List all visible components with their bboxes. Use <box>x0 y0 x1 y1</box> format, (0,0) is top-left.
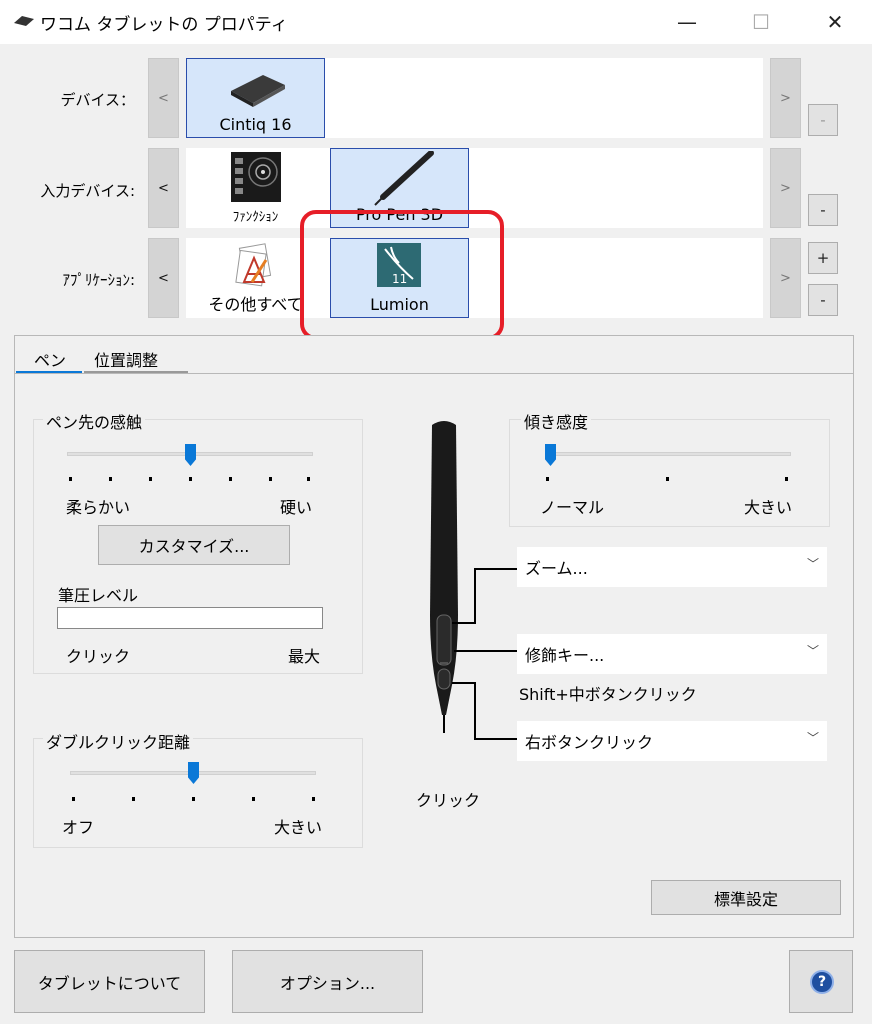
input-next-button[interactable]: > <box>770 148 801 228</box>
app-next-button[interactable]: > <box>770 238 801 318</box>
default-settings-button[interactable]: 標準設定 <box>651 880 841 915</box>
customize-button[interactable]: カスタマイズ... <box>98 525 290 565</box>
close-button[interactable]: ✕ <box>800 0 870 44</box>
slider-tick <box>109 477 112 481</box>
pressure-click-label: クリック <box>66 647 131 666</box>
slider-tick <box>785 477 788 481</box>
double-click-off-label: オフ <box>62 818 95 837</box>
input-tile-function-label: ﾌｧﾝｸｼｮﾝ <box>232 210 279 225</box>
slider-tick <box>307 477 310 481</box>
slider-tick <box>132 797 135 801</box>
pressure-level-title: 筆圧レベル <box>58 586 139 605</box>
upper-button-dropdown[interactable]: ズーム... ﹀ <box>517 547 827 587</box>
tip-firm-label: 硬い <box>280 498 313 517</box>
tab-pen[interactable]: ペン <box>34 347 66 371</box>
connector-line <box>474 738 518 740</box>
device-label: デバイス： <box>60 91 135 109</box>
options-button[interactable]: オプション... <box>232 950 423 1013</box>
upper-button-value: ズーム... <box>525 559 588 578</box>
connector-line <box>452 622 476 624</box>
lower-button-value: 右ボタンクリック <box>525 733 654 752</box>
slider-tick <box>69 477 72 481</box>
device-prev-button[interactable]: < <box>148 58 179 138</box>
device-tile-label: Cintiq 16 <box>219 115 292 134</box>
tilt-slider-track <box>545 452 791 456</box>
help-icon: ? <box>810 970 834 994</box>
slider-tick <box>72 797 75 801</box>
connector-line <box>452 682 476 684</box>
device-tile-cintiq[interactable]: Cintiq 16 <box>186 58 325 138</box>
app-tile-all-others-label: その他すべて <box>208 295 303 314</box>
help-button[interactable]: ? <box>789 950 853 1013</box>
input-remove-button[interactable]: - <box>808 194 838 226</box>
all-apps-icon <box>235 243 272 287</box>
about-tablet-button[interactable]: タブレットについて <box>14 950 205 1013</box>
chevron-down-icon: ﹀ <box>806 644 819 658</box>
connector-line <box>474 682 476 740</box>
express-key-icon <box>231 152 281 202</box>
annotation-highlight <box>300 210 504 340</box>
middle-button-value: 修飾キー... <box>525 646 605 665</box>
slider-tick <box>192 797 195 801</box>
double-click-title: ダブルクリック距離 <box>43 729 194 753</box>
slider-tick <box>229 477 232 481</box>
connector-line <box>474 568 518 570</box>
lower-button-dropdown[interactable]: 右ボタンクリック ﹀ <box>517 721 827 761</box>
app-remove-button[interactable]: - <box>808 284 838 316</box>
double-click-large-label: 大きい <box>274 818 323 837</box>
device-next-button[interactable]: > <box>770 58 801 138</box>
input-device-label: 入力デバイス: <box>40 182 135 200</box>
app-prev-button[interactable]: < <box>148 238 179 318</box>
window-title: ワコム タブレットの プロパティ <box>40 15 288 35</box>
maximize-button[interactable]: ☐ <box>726 0 796 44</box>
slider-tick <box>312 797 315 801</box>
pro-pen-illustration <box>430 421 458 733</box>
middle-button-dropdown[interactable]: 修飾キー... ﹀ <box>517 634 827 674</box>
slider-tick <box>546 477 549 481</box>
connector-line <box>474 568 476 624</box>
application-label: ｱﾌﾟﾘｹｰｼｮﾝ: <box>62 271 135 289</box>
connector-line <box>454 650 518 652</box>
pressure-max-label: 最大 <box>288 647 321 666</box>
pressure-level-bar <box>57 607 323 629</box>
wacom-app-icon <box>14 16 34 26</box>
tilt-large-label: 大きい <box>744 498 793 517</box>
tip-soft-label: 柔らかい <box>66 498 131 517</box>
minimize-button[interactable]: — <box>652 0 722 44</box>
tilt-normal-label: ノーマル <box>540 498 605 517</box>
middle-button-detail: Shift+中ボタンクリック <box>519 685 697 704</box>
tab-calibration[interactable]: 位置調整 <box>94 347 158 371</box>
slider-tick <box>149 477 152 481</box>
slider-tick <box>189 477 192 481</box>
device-remove-button[interactable]: - <box>808 104 838 136</box>
tilt-title: 傾き感度 <box>521 409 592 433</box>
app-add-button[interactable]: + <box>808 242 838 274</box>
chevron-down-icon: ﹀ <box>806 731 819 745</box>
tablet-icon <box>231 75 285 107</box>
pen-icon <box>374 151 434 206</box>
slider-tick <box>269 477 272 481</box>
pen-tip-click-label: クリック <box>416 791 481 810</box>
tip-feel-title: ペン先の感触 <box>43 409 146 433</box>
slider-tick <box>252 797 255 801</box>
chevron-down-icon: ﹀ <box>806 557 819 571</box>
input-prev-button[interactable]: < <box>148 148 179 228</box>
slider-tick <box>666 477 669 481</box>
